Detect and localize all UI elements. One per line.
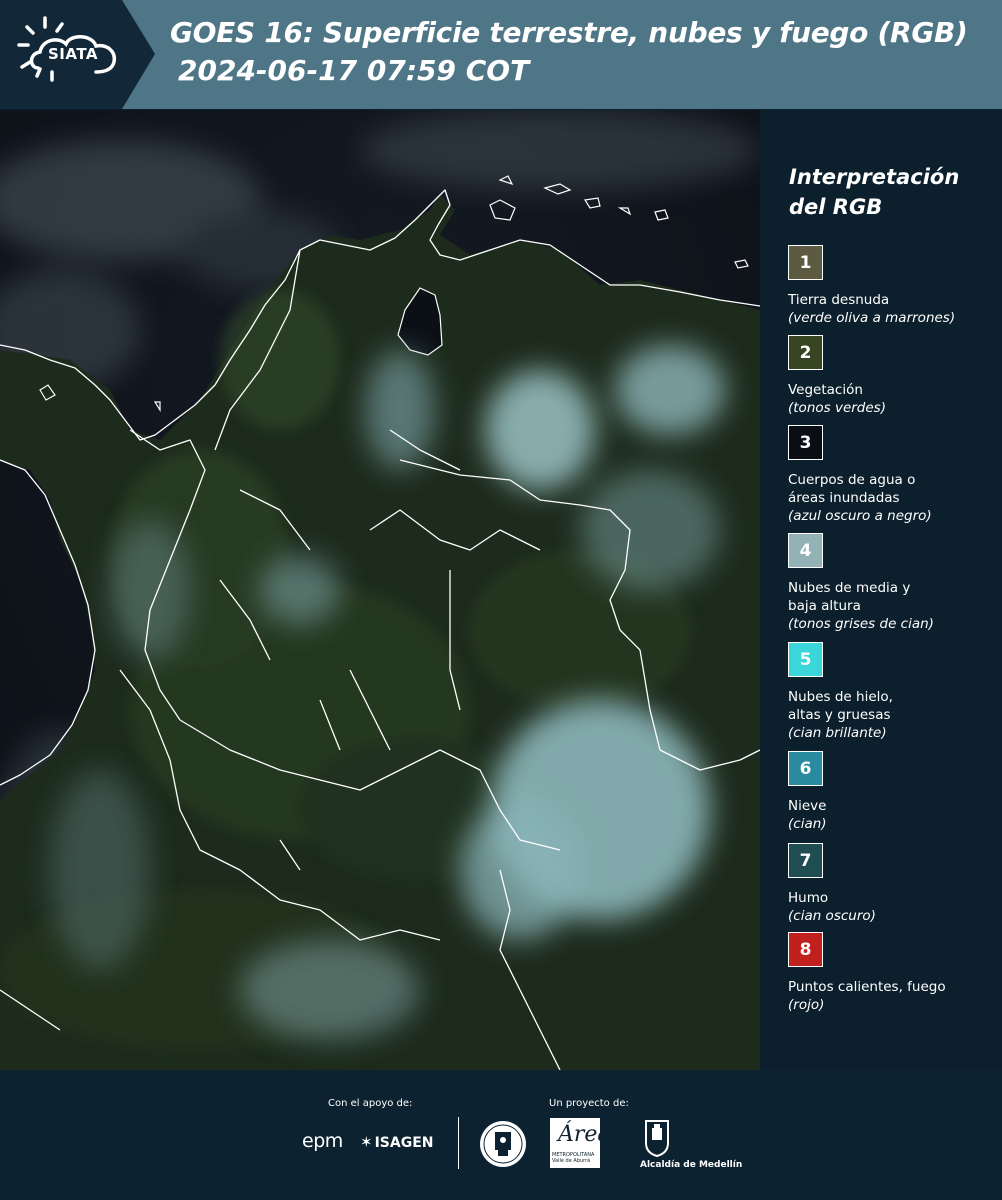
legend-item-bare-land: 1 Tierra desnuda (verde oliva a marrones… (788, 245, 998, 327)
legend-number: 3 (799, 432, 812, 453)
legend-swatch: 4 (788, 533, 823, 568)
legend-description: (rojo) (788, 997, 825, 1013)
footer-divider (458, 1117, 459, 1169)
alcaldia-medellin-logo: Alcaldía de Medellín (640, 1160, 743, 1170)
page-title: GOES 16: Superficie terrestre, nubes y f… (170, 16, 968, 49)
seal-icon (480, 1121, 526, 1167)
image-datetime: 2024-06-17 07:59 COT (178, 54, 530, 87)
legend-item-fire: 8 Puntos calientes, fuego (rojo) (788, 932, 998, 1014)
area-logo-text: Área (558, 1122, 611, 1147)
legend-description: (cian oscuro) (788, 908, 876, 924)
area-logo-subtext: METROPOLITANA Valle de Aburrá (552, 1152, 594, 1164)
legend-item-ice-clouds: 5 Nubes de hielo, altas y gruesas (cian … (788, 642, 998, 742)
legend-description: (cian) (788, 816, 827, 832)
legend-item-snow: 6 Nieve (cian) (788, 751, 998, 833)
legend-description: (tonos verdes) (788, 400, 886, 416)
legend-number: 4 (799, 540, 812, 561)
legend-description: (verde oliva a marrones) (788, 310, 956, 326)
header-bar: SIATA GOES 16: Superficie terrestre, nub… (0, 0, 1002, 109)
legend-label: Nubes de hielo, altas y gruesas (788, 689, 893, 723)
project-caption: Un proyecto de: (549, 1098, 629, 1109)
legend-label: Humo (788, 890, 829, 906)
legend-item-water: 3 Cuerpos de agua o áreas inundadas (azu… (788, 425, 998, 525)
legend-swatch: 8 (788, 932, 823, 967)
legend-label: Tierra desnuda (788, 292, 890, 308)
isagen-logo: ✶ ISAGEN (360, 1133, 433, 1151)
legend-number: 5 (799, 649, 812, 670)
support-caption: Con el apoyo de: (328, 1098, 413, 1109)
legend-label: Nubes de media y baja altura (788, 580, 911, 614)
legend-panel: Interpretación del RGB 1 Tierra desnuda … (775, 110, 1002, 1070)
isagen-text: ISAGEN (374, 1135, 434, 1151)
footer-sponsors: Con el apoyo de: Un proyecto de: epm ✶ IS… (0, 1070, 1002, 1200)
siata-logo: SIATA (0, 0, 155, 109)
legend-number: 2 (799, 342, 812, 363)
satellite-map[interactable] (0, 110, 760, 1070)
legend-item-smoke: 7 Humo (cian oscuro) (788, 843, 998, 925)
legend-swatch: 2 (788, 335, 823, 370)
legend-swatch: 3 (788, 425, 823, 460)
alcaldia-shield-icon (645, 1120, 669, 1157)
legend-swatch: 7 (788, 843, 823, 878)
legend-label: Vegetación (788, 382, 863, 398)
legend-number: 6 (799, 758, 812, 779)
legend-number: 1 (799, 252, 812, 273)
legend-label: Cuerpos de agua o áreas inundadas (788, 472, 916, 506)
legend-swatch: 6 (788, 751, 823, 786)
legend-item-low-clouds: 4 Nubes de media y baja altura (tonos gr… (788, 533, 998, 633)
legend-description: (azul oscuro a negro) (788, 508, 932, 524)
isagen-mark-icon: ✶ (360, 1133, 373, 1151)
legend-swatch: 5 (788, 642, 823, 677)
epm-logo: epm (302, 1130, 343, 1152)
legend-number: 8 (799, 939, 812, 960)
legend-label: Puntos calientes, fuego (788, 979, 946, 995)
area-metropolitana-logo: Área METROPOLITANA Valle de Aburrá (550, 1118, 611, 1168)
legend-label: Nieve (788, 798, 827, 814)
legend-title: Interpretación del RGB (789, 165, 960, 219)
legend-swatch: 1 (788, 245, 823, 280)
area-logo-sub2: Valle de Aburrá (552, 1158, 591, 1164)
legend-item-vegetation: 2 Vegetación (tonos verdes) (788, 335, 998, 417)
legend-number: 7 (799, 850, 812, 871)
siata-logo-text: SIATA (48, 45, 99, 63)
legend-description: (tonos grises de cian) (788, 616, 934, 632)
legend-description: (cian brillante) (788, 725, 887, 741)
